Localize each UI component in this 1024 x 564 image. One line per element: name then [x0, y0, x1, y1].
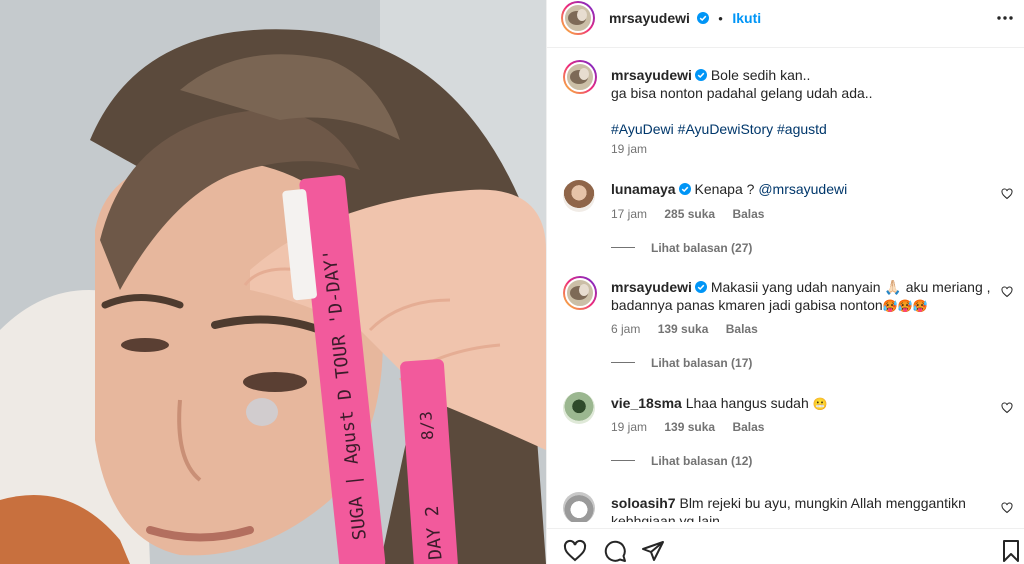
comment-body: soloasih7 Blm rejeki bu ayu, mungkin All… [611, 494, 991, 522]
author-avatar[interactable] [561, 1, 595, 35]
photo-illustration: SUGA | Agust D TOUR 'D-DAY' DAY 2 8/3 [0, 0, 546, 564]
comment-meta: 19 jam 139 suka Balas [611, 420, 778, 434]
caption-meta: 19 jam [611, 142, 661, 156]
comment-meta: 17 jam 285 suka Balas [611, 207, 778, 221]
heart-icon[interactable] [563, 539, 587, 563]
heart-icon[interactable] [1001, 188, 1013, 200]
verified-badge-icon [678, 183, 691, 195]
view-replies-button[interactable]: Lihat balasan (12) [611, 454, 752, 468]
post-header: mrsayudewi • Ikuti [547, 0, 1024, 48]
comment-body: vie_18sma Lhaa hangus sudah 😬 [611, 394, 991, 413]
caption-line-1: Bole sedih kan.. [710, 67, 811, 83]
post-photo[interactable]: SUGA | Agust D TOUR 'D-DAY' DAY 2 8/3 [0, 0, 546, 564]
comment-time: 17 jam [611, 207, 648, 221]
caption-hashtags[interactable]: #AyuDewi #AyuDewiStory #agustd [611, 121, 827, 137]
caption: mrsayudewi Bole sedih kan.. ga bisa nont… [563, 60, 1013, 160]
caption-time: 19 jam [611, 142, 648, 156]
verified-badge-icon [694, 69, 707, 81]
view-replies-label: Lihat balasan (12) [651, 454, 753, 468]
post-detail-panel: mrsayudewi • Ikuti mrsayudewi Bole sedih… [546, 0, 1024, 564]
heart-icon[interactable] [1001, 502, 1013, 514]
reply-button[interactable]: Balas [732, 420, 764, 434]
comment-body: lunamaya Kenapa ? @mrsayudewi [611, 180, 991, 198]
verified-badge-icon [696, 12, 709, 24]
reply-button[interactable]: Balas [726, 322, 758, 336]
comment-mention[interactable]: @mrsayudewi [758, 181, 847, 197]
more-horizontal-icon[interactable] [995, 16, 1015, 32]
action-bar [547, 528, 1024, 564]
wristband-text-3: 8/3 [416, 411, 437, 441]
comment-emojis: 🥵🥵🥵 [882, 299, 928, 313]
commenter-avatar[interactable] [563, 492, 595, 522]
comment-username[interactable]: lunamaya [611, 181, 676, 197]
commenter-avatar[interactable] [563, 180, 595, 212]
comment-text: Lhaa hangus sudah [685, 395, 813, 411]
comment-username[interactable]: mrsayudewi [611, 279, 692, 295]
comment-item: soloasih7 Blm rejeki bu ayu, mungkin All… [563, 492, 1013, 522]
heart-icon[interactable] [1001, 402, 1013, 414]
comment-meta: 6 jam 139 suka Balas [611, 322, 772, 336]
view-replies-button[interactable]: Lihat balasan (27) [611, 241, 752, 255]
caption-line-2: ga bisa nonton padahal gelang udah ada.. [611, 85, 873, 101]
comment-emojis: 😬 [812, 397, 828, 411]
wristband-text-2: DAY 2 [422, 505, 447, 561]
commenter-avatar[interactable] [563, 392, 595, 424]
comment-text: Kenapa ? [694, 181, 759, 197]
comments-list[interactable]: mrsayudewi Bole sedih kan.. ga bisa nont… [547, 48, 1024, 522]
header-separator: • [718, 11, 723, 26]
comment-item: vie_18sma Lhaa hangus sudah 😬 19 jam 139… [563, 392, 1013, 472]
comment-item: lunamaya Kenapa ? @mrsayudewi 17 jam 285… [563, 180, 1013, 260]
comment-likes[interactable]: 139 suka [658, 322, 709, 336]
view-replies-button[interactable]: Lihat balasan (17) [611, 356, 752, 370]
comment-username[interactable]: vie_18sma [611, 395, 682, 411]
comment-item: mrsayudewi Makasii yang udah nanyain 🙏🏻 … [563, 276, 1013, 376]
header-user-line: mrsayudewi • Ikuti [609, 10, 761, 26]
send-icon[interactable] [641, 539, 665, 563]
comment-likes[interactable]: 139 suka [664, 420, 715, 434]
caption-body: mrsayudewi Bole sedih kan.. ga bisa nont… [611, 66, 991, 138]
verified-badge-icon [694, 281, 707, 293]
comment-body: mrsayudewi Makasii yang udah nanyain 🙏🏻 … [611, 278, 991, 315]
caption-avatar[interactable] [563, 60, 597, 94]
comment-time: 19 jam [611, 420, 648, 434]
header-username[interactable]: mrsayudewi [609, 10, 690, 26]
comment-likes[interactable]: 285 suka [664, 207, 715, 221]
caption-username[interactable]: mrsayudewi [611, 67, 692, 83]
heart-icon[interactable] [1001, 286, 1013, 298]
comment-icon[interactable] [603, 539, 627, 563]
bookmark-icon[interactable] [999, 539, 1023, 563]
follow-button[interactable]: Ikuti [732, 10, 761, 26]
commenter-avatar[interactable] [563, 276, 597, 310]
comment-username[interactable]: soloasih7 [611, 495, 676, 511]
view-replies-label: Lihat balasan (17) [651, 356, 753, 370]
reply-button[interactable]: Balas [732, 207, 764, 221]
comment-time: 6 jam [611, 322, 641, 336]
view-replies-label: Lihat balasan (27) [651, 241, 753, 255]
